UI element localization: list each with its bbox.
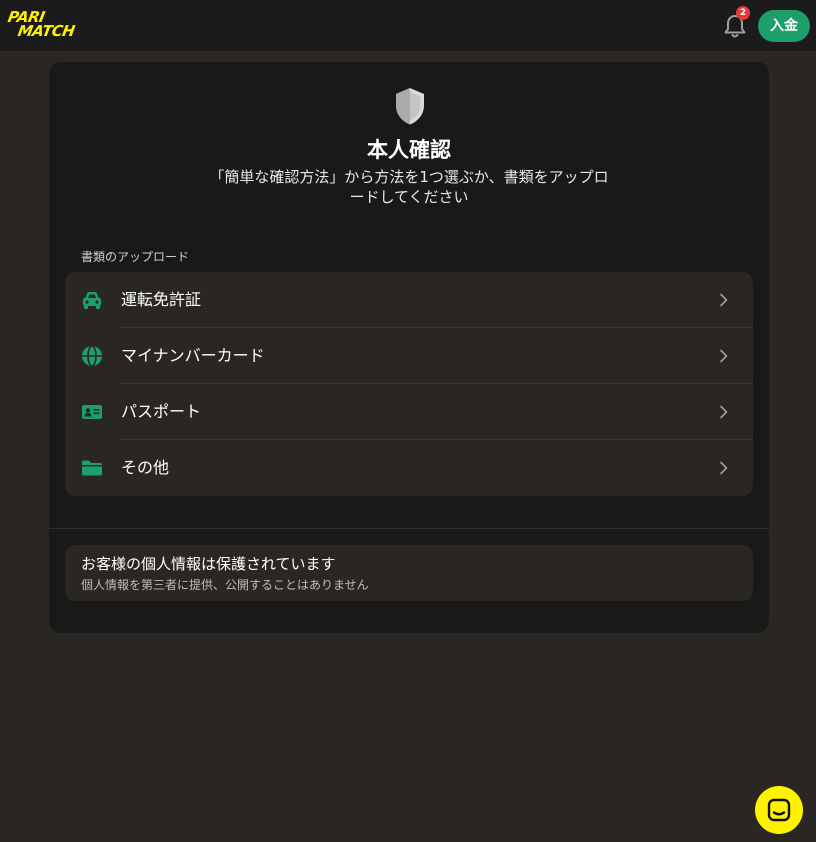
- verification-card: 本人確認 「簡単な確認方法」から方法を1つ選ぶか、書類をアップロードしてください…: [49, 62, 769, 633]
- list-item-other[interactable]: その他: [65, 440, 753, 496]
- chevron-right-icon: [719, 460, 729, 475]
- section-label-upload: 書類のアップロード: [81, 250, 190, 264]
- page-title: 本人確認: [367, 138, 451, 162]
- id-card-icon: [81, 401, 103, 423]
- privacy-title: お客様の個人情報は保護されています: [81, 555, 336, 573]
- list-item-my-number-card[interactable]: マイナンバーカード: [65, 328, 753, 384]
- chevron-right-icon: [719, 404, 729, 419]
- chevron-right-icon: [719, 292, 729, 307]
- logo-line-2: MATCH: [16, 22, 76, 40]
- chat-support-button[interactable]: [755, 786, 803, 834]
- chat-icon: [767, 798, 791, 822]
- globe-icon: [81, 345, 103, 367]
- list-item-label: 運転免許証: [121, 290, 202, 309]
- folder-icon: [81, 457, 103, 479]
- list-item-label: その他: [121, 458, 170, 477]
- section-separator: [49, 528, 769, 529]
- car-icon: [81, 289, 103, 311]
- top-bar: PARI MATCH 2 入金: [0, 0, 816, 52]
- list-item-label: マイナンバーカード: [121, 346, 265, 365]
- list-item-passport[interactable]: パスポート: [65, 384, 753, 440]
- privacy-notice: お客様の個人情報は保護されています 個人情報を第三者に提供、公開することはありま…: [65, 545, 753, 601]
- parimatch-logo[interactable]: PARI MATCH: [6, 8, 100, 40]
- document-list: 運転免許証 マイナンバーカード パスポート その他: [65, 272, 753, 496]
- page-subtitle: 「簡単な確認方法」から方法を1つ選ぶか、書類をアップロードしてください: [209, 168, 609, 206]
- notification-badge: 2: [736, 6, 750, 20]
- list-item-drivers-license[interactable]: 運転免許証: [65, 272, 753, 328]
- privacy-text: 個人情報を第三者に提供、公開することはありません: [81, 578, 369, 592]
- deposit-button[interactable]: 入金: [758, 10, 810, 42]
- shield-icon: [393, 86, 427, 126]
- list-item-label: パスポート: [121, 402, 202, 421]
- chevron-right-icon: [719, 348, 729, 363]
